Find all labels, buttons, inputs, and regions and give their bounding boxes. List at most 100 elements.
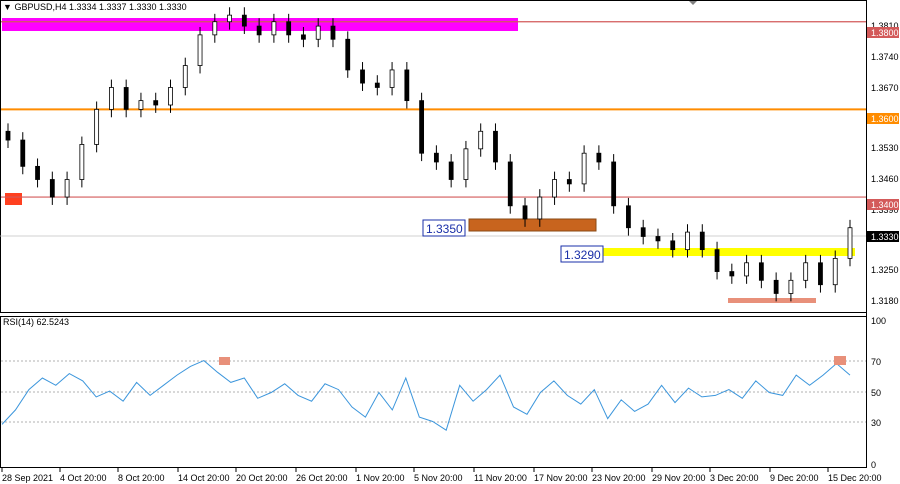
candle [419,92,425,162]
candle-body [847,227,853,259]
candle-body [832,258,838,286]
candle-body [360,69,365,84]
time-tick: 15 Dec 20:00 [828,473,882,483]
candle-body [670,240,676,251]
price-tick: 1.3460 [871,174,899,184]
candle-body [685,231,690,251]
rsi-title: RSI(14) 62.5243 [3,317,69,327]
candle-body [315,25,321,40]
candle [818,254,823,293]
candle-body [655,236,661,242]
candle-body [626,205,631,229]
candle-body [389,69,395,88]
candle [5,123,11,148]
candle-body [596,152,602,163]
annotation-1-text: 1.3350 [426,222,463,236]
candle [94,101,100,153]
time-tick: 11 Nov 20:00 [474,473,527,483]
candle-body [330,25,336,40]
main-panel-frame [0,0,867,313]
time-tick: 4 Oct 20:00 [60,473,107,483]
candle-body [241,14,247,27]
rsi-tick: 30 [871,418,881,428]
candle-body [419,100,425,154]
candle [49,171,55,205]
time-tick: 5 Nov 20:00 [414,473,463,483]
candle [655,228,661,249]
level-label-1380: 1.3800 [871,28,899,38]
candle [729,263,735,284]
candle-body [138,100,144,110]
candle [404,62,410,109]
candle-body [301,34,306,40]
candle [493,123,498,170]
price-chart[interactable]: RSI(14) 62.5243 1.3350 1.3290 1.3810 1.3… [0,0,900,484]
candle [803,254,809,289]
candle-body [566,179,572,185]
price-tick: 1.3670 [871,83,899,93]
rsi-line [1,360,851,431]
candle [552,171,557,205]
candle-body [463,148,469,180]
candle-body [640,227,646,237]
candle [123,79,129,118]
candle-body [552,179,557,198]
candle-body [744,262,749,277]
candle-body [729,271,735,277]
candle-body [374,82,380,88]
rsi-overbought-marker-2 [834,356,846,365]
candle-body [404,69,410,102]
time-tick: 26 Oct 20:00 [296,473,348,483]
candle [109,79,114,118]
candle-body [433,152,439,163]
candle-body [611,161,617,207]
candle [168,79,173,113]
candle-body [286,21,292,36]
candle-body [168,87,173,106]
scroll-marker-icon[interactable] [689,1,697,5]
candle-body [448,161,454,180]
last-price-label: 1.3330 [871,232,899,242]
candle-body [773,279,779,294]
candle-body [227,14,232,23]
candle [360,62,365,91]
time-axis: 28 Sep 2021 4 Oct 20:00 8 Oct 20:00 14 Oct … [1,468,882,483]
red-marker [5,193,22,205]
candle [611,154,617,214]
candle [463,140,469,188]
candle-body [123,87,129,110]
candle [20,132,26,175]
rsi-tick: 0 [871,460,876,470]
candle-body [803,262,809,281]
candle [433,145,439,170]
time-tick: 3 Dec 20:00 [710,473,759,483]
time-tick: 1 Nov 20:00 [356,473,405,483]
candle-body [49,179,55,198]
rsi-tick: 70 [871,357,881,367]
candle [345,31,351,78]
candle-body [699,231,705,251]
candle-body [20,139,26,167]
time-tick: 23 Nov 20:00 [592,473,646,483]
candle-body [714,249,720,272]
candle-body [818,262,823,286]
candle [374,75,380,96]
candle-body [109,87,114,110]
time-tick: 20 Oct 20:00 [236,473,288,483]
annotation-2-text: 1.3290 [564,248,601,262]
candle-body [522,205,528,220]
candle [788,272,794,302]
candle-body [493,130,498,163]
rsi-tick: 100 [871,316,886,326]
price-tick: 1.3250 [871,265,899,275]
candle [640,219,646,245]
price-axis: 1.3810 1.3740 1.3670 1.3530 1.3460 1.339… [871,21,899,306]
candle-body [758,262,764,281]
candle-body [345,38,351,71]
candle [596,145,602,170]
candle-body [35,165,40,180]
candle-body [94,108,100,145]
candle-body [79,144,85,180]
candle-body [537,196,543,220]
candle-body [581,152,587,185]
